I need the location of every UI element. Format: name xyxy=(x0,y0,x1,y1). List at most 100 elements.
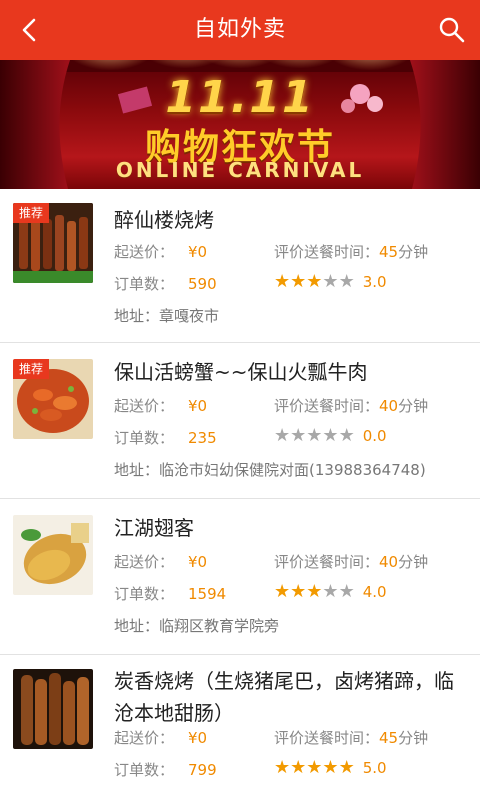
restaurant-name: 保山活螃蟹~~保山火瓢牛肉 xyxy=(114,360,368,384)
page-title: 自如外卖 xyxy=(193,17,286,42)
list-item[interactable]: 推荐 醉仙楼烧烤 起送价： ¥0 评价送餐时间：45分钟 订单数： 590 ★★★★… xyxy=(0,189,480,343)
restaurant-photo: 推荐 xyxy=(13,203,93,283)
rating-row: ★★★★★ 0.0 xyxy=(274,425,387,446)
delivery-time-value: 45 xyxy=(379,243,399,261)
star-empty-icon: ★ xyxy=(338,425,355,446)
star-rating: ★★★★★ xyxy=(274,271,355,292)
delivery-time-label: 评价送餐时间： xyxy=(274,243,380,261)
list-item[interactable]: 江湖翅客 起送价： ¥0 评价送餐时间：40分钟 订单数： 1594 ★★★★★ 4.… xyxy=(0,499,480,655)
orders-value: 235 xyxy=(188,429,217,447)
star-rating: ★★★★★ xyxy=(274,581,355,602)
star-rating: ★★★★★ xyxy=(274,425,355,446)
star-filled-icon: ★ xyxy=(290,581,307,602)
delivery-time-label: 评价送餐时间： xyxy=(274,553,380,571)
min-price-value: ¥0 xyxy=(188,243,208,261)
min-price-label: 起送价： xyxy=(114,553,175,571)
search-icon xyxy=(439,17,465,43)
orders-label: 订单数： xyxy=(114,585,175,603)
list-item[interactable]: 推荐 保山活螃蟹~~保山火瓢牛肉 起送价： ¥0 评价送餐时间：40分钟 订单数：… xyxy=(0,343,480,499)
address-label: 地址： xyxy=(114,307,160,325)
orders-row: 订单数： 590 xyxy=(114,273,217,294)
delivery-time-row: 评价送餐时间：45分钟 xyxy=(274,241,428,262)
star-empty-icon: ★ xyxy=(338,271,355,292)
star-filled-icon: ★ xyxy=(322,757,339,778)
star-rating: ★★★★★ xyxy=(274,757,355,778)
minutes-unit: 分钟 xyxy=(398,553,429,571)
list-item[interactable]: 炭香烧烤（生烧猪尾巴，卤烤猪蹄，临沧本地甜肠） 起送价： ¥0 评价送餐时间：45… xyxy=(0,655,480,805)
restaurant-photo xyxy=(13,669,93,749)
star-filled-icon: ★ xyxy=(290,757,307,778)
orders-value: 799 xyxy=(188,761,217,779)
minutes-unit: 分钟 xyxy=(398,243,429,261)
delivery-time-row: 评价送餐时间：45分钟 xyxy=(274,727,428,748)
address-label: 地址： xyxy=(114,617,160,635)
top-bar: 自如外卖 xyxy=(0,0,480,60)
address-label: 地址： xyxy=(114,461,160,479)
rating-value: 0.0 xyxy=(362,426,387,445)
banner-headline: 11.11 xyxy=(165,72,315,123)
min-price-row: 起送价： ¥0 xyxy=(114,727,207,748)
delivery-time-label: 评价送餐时间： xyxy=(274,729,380,747)
minutes-unit: 分钟 xyxy=(398,729,429,747)
address-value: 临沧市妇幼保健院对面(13988364748) xyxy=(159,461,426,479)
min-price-row: 起送价： ¥0 xyxy=(114,551,207,572)
address-row: 地址：临沧市妇幼保健院对面(13988364748) xyxy=(114,459,426,480)
rating-row: ★★★★★ 4.0 xyxy=(274,581,387,602)
rating-row: ★★★★★ 3.0 xyxy=(274,271,387,292)
restaurant-name: 炭香烧烤（生烧猪尾巴，卤烤猪蹄，临沧本地甜肠） xyxy=(114,669,454,725)
min-price-row: 起送价： ¥0 xyxy=(114,241,207,262)
restaurant-name: 江湖翅客 xyxy=(114,516,194,540)
orders-label: 订单数： xyxy=(114,761,175,779)
orders-label: 订单数： xyxy=(114,429,175,447)
star-filled-icon: ★ xyxy=(306,757,323,778)
delivery-time-value: 45 xyxy=(379,729,399,747)
orders-row: 订单数： 1594 xyxy=(114,583,226,604)
minutes-unit: 分钟 xyxy=(398,397,429,415)
min-price-label: 起送价： xyxy=(114,729,175,747)
star-filled-icon: ★ xyxy=(306,271,323,292)
address-value: 临翔区教育学院旁 xyxy=(159,617,280,635)
orders-row: 订单数： 235 xyxy=(114,427,217,448)
restaurant-photo: 推荐 xyxy=(13,359,93,439)
address-value: 章嘎夜市 xyxy=(159,307,220,325)
star-empty-icon: ★ xyxy=(338,581,355,602)
restaurant-name: 醉仙楼烧烤 xyxy=(114,208,214,232)
delivery-time-value: 40 xyxy=(379,553,399,571)
star-filled-icon: ★ xyxy=(274,581,291,602)
min-price-label: 起送价： xyxy=(114,243,175,261)
rating-value: 4.0 xyxy=(362,582,387,601)
search-button[interactable] xyxy=(434,12,470,48)
star-filled-icon: ★ xyxy=(274,757,291,778)
orders-label: 订单数： xyxy=(114,275,175,293)
promo-banner[interactable]: 11.11 购物狂欢节 ONLINE CARNIVAL xyxy=(0,60,480,189)
rating-value: 5.0 xyxy=(362,758,387,777)
delivery-time-row: 评价送餐时间：40分钟 xyxy=(274,551,428,572)
delivery-time-row: 评价送餐时间：40分钟 xyxy=(274,395,428,416)
orders-value: 1594 xyxy=(188,585,227,603)
restaurant-photo xyxy=(13,515,93,595)
address-row: 地址：章嘎夜市 xyxy=(114,305,219,326)
star-filled-icon: ★ xyxy=(338,757,355,778)
min-price-value: ¥0 xyxy=(188,397,208,415)
recommend-badge: 推荐 xyxy=(13,359,49,379)
recommend-badge: 推荐 xyxy=(13,203,49,223)
star-empty-icon: ★ xyxy=(322,581,339,602)
star-filled-icon: ★ xyxy=(274,271,291,292)
star-filled-icon: ★ xyxy=(290,271,307,292)
orders-value: 590 xyxy=(188,275,217,293)
star-empty-icon: ★ xyxy=(306,425,323,446)
restaurant-list: 推荐 醉仙楼烧烤 起送价： ¥0 评价送餐时间：45分钟 订单数： 590 ★★★★… xyxy=(0,189,480,805)
min-price-value: ¥0 xyxy=(188,553,208,571)
min-price-value: ¥0 xyxy=(188,729,208,747)
address-row: 地址：临翔区教育学院旁 xyxy=(114,615,279,636)
star-empty-icon: ★ xyxy=(322,425,339,446)
rating-value: 3.0 xyxy=(362,272,387,291)
banner-english: ONLINE CARNIVAL xyxy=(115,158,365,182)
star-empty-icon: ★ xyxy=(274,425,291,446)
star-empty-icon: ★ xyxy=(322,271,339,292)
min-price-row: 起送价： ¥0 xyxy=(114,395,207,416)
rating-row: ★★★★★ 5.0 xyxy=(274,757,387,778)
star-filled-icon: ★ xyxy=(306,581,323,602)
min-price-label: 起送价： xyxy=(114,397,175,415)
delivery-time-value: 40 xyxy=(379,397,399,415)
